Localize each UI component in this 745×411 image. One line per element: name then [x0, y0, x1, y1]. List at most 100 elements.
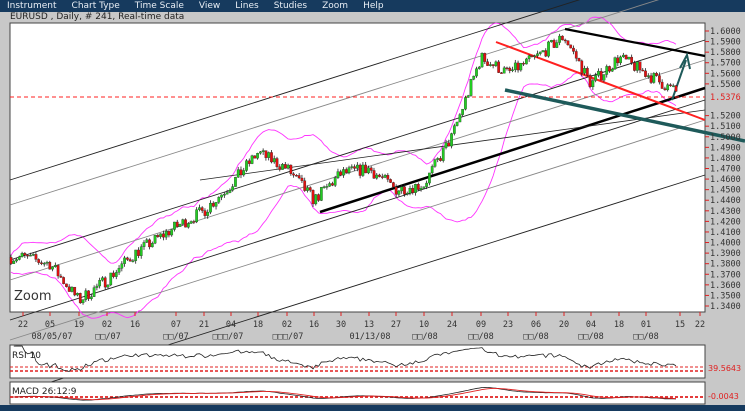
candle-up: [414, 183, 417, 193]
candle-down: [580, 60, 584, 74]
candle-up: [622, 54, 625, 58]
candle-down: [247, 160, 251, 164]
candle-down: [40, 262, 43, 264]
candle-down: [23, 253, 27, 256]
candle-up: [583, 68, 586, 74]
x-tick-label: 02: [282, 320, 292, 330]
y-tick-label: 1.5100: [710, 122, 741, 132]
candle-down: [633, 62, 636, 71]
candle-up: [120, 263, 124, 269]
x-month-label: □□□/07: [273, 332, 304, 342]
candle-up: [342, 169, 345, 176]
candle-up: [189, 221, 193, 224]
candle-down: [497, 61, 501, 73]
candle-down: [103, 277, 107, 288]
candle-down: [552, 40, 556, 48]
y-tick-label: 1.5600: [710, 69, 741, 79]
candle-up: [555, 42, 559, 48]
candle-up: [220, 194, 223, 198]
candle-up: [333, 177, 337, 186]
candle-up: [610, 68, 614, 72]
candle-up: [17, 256, 21, 260]
candle-up: [646, 75, 650, 77]
candle-down: [37, 259, 41, 263]
candle-down: [386, 175, 390, 180]
x-tick-label: 18: [614, 320, 624, 330]
candle-up: [236, 169, 240, 178]
candle-up: [76, 293, 79, 296]
candle-down: [311, 189, 315, 205]
candle-down: [563, 39, 567, 42]
candle-down: [87, 290, 90, 299]
candle-up: [206, 211, 210, 216]
candle-down: [26, 254, 29, 257]
candle-down: [439, 158, 442, 161]
candle-up: [272, 158, 276, 163]
x-tick-label: 10: [419, 320, 429, 330]
candle-up: [256, 153, 259, 159]
candle-up: [336, 171, 340, 178]
candle-up: [450, 133, 453, 147]
candle-up: [375, 174, 379, 179]
candle-up: [466, 95, 470, 98]
candle-up: [92, 287, 96, 297]
candle-down: [112, 272, 115, 277]
candle-down: [65, 283, 68, 287]
x-tick-label: 19: [74, 320, 84, 330]
candle-up: [267, 152, 271, 158]
candle-up: [594, 75, 597, 81]
x-tick-label: 22: [18, 320, 28, 330]
x-tick-label: 30: [336, 320, 346, 330]
candle-up: [209, 202, 212, 213]
candle-up: [145, 239, 149, 243]
candle-up: [325, 186, 329, 188]
candle-up: [314, 194, 318, 205]
candle-up: [356, 164, 359, 169]
candle-up: [383, 175, 387, 178]
candle-up: [558, 35, 561, 43]
candle-up: [42, 263, 46, 265]
x-month-label: □□/08: [633, 332, 659, 342]
candle-up: [245, 160, 248, 171]
candle-down: [392, 182, 395, 188]
candle-down: [658, 75, 661, 83]
candle-up: [322, 186, 326, 188]
price-chart[interactable]: 1.60001.59001.58001.57001.56001.5500 1.52…: [0, 0, 745, 411]
candle-down: [203, 210, 207, 216]
candle-down: [211, 202, 215, 207]
candle-down: [608, 66, 611, 72]
candle-up: [214, 202, 218, 207]
candle-up: [513, 62, 517, 70]
candle-up: [397, 190, 401, 195]
candle-up: [29, 255, 32, 257]
candle-down: [588, 75, 592, 88]
candle-down: [128, 259, 132, 262]
candle-up: [51, 266, 54, 270]
y-tick-label: 1.4300: [710, 207, 741, 217]
candle-up: [458, 114, 462, 123]
y-tick-label: 1.3700: [710, 270, 741, 280]
candle-down: [669, 84, 672, 86]
candle-down: [369, 167, 373, 171]
x-tick-label: 13: [364, 320, 374, 330]
candle-up: [400, 186, 404, 192]
candle-up: [475, 68, 478, 77]
candle-down: [126, 257, 129, 260]
candle-down: [491, 64, 495, 66]
candle-down: [566, 40, 570, 46]
x-tick-label: 22: [695, 320, 705, 330]
candle-up: [186, 223, 190, 228]
candle-up: [70, 286, 74, 292]
macd-panel: [9, 381, 706, 405]
y-tick-label: 1.5000: [710, 133, 741, 143]
candle-down: [638, 61, 642, 71]
candle-up: [477, 66, 481, 69]
x-tick-label: 06: [531, 320, 541, 330]
candle-down: [34, 254, 38, 260]
zoom-label[interactable]: Zoom: [14, 289, 51, 304]
candle-down: [364, 164, 368, 174]
candle-up: [367, 167, 370, 174]
candle-down: [655, 73, 658, 76]
candle-down: [48, 262, 52, 270]
candle-up: [170, 229, 174, 236]
